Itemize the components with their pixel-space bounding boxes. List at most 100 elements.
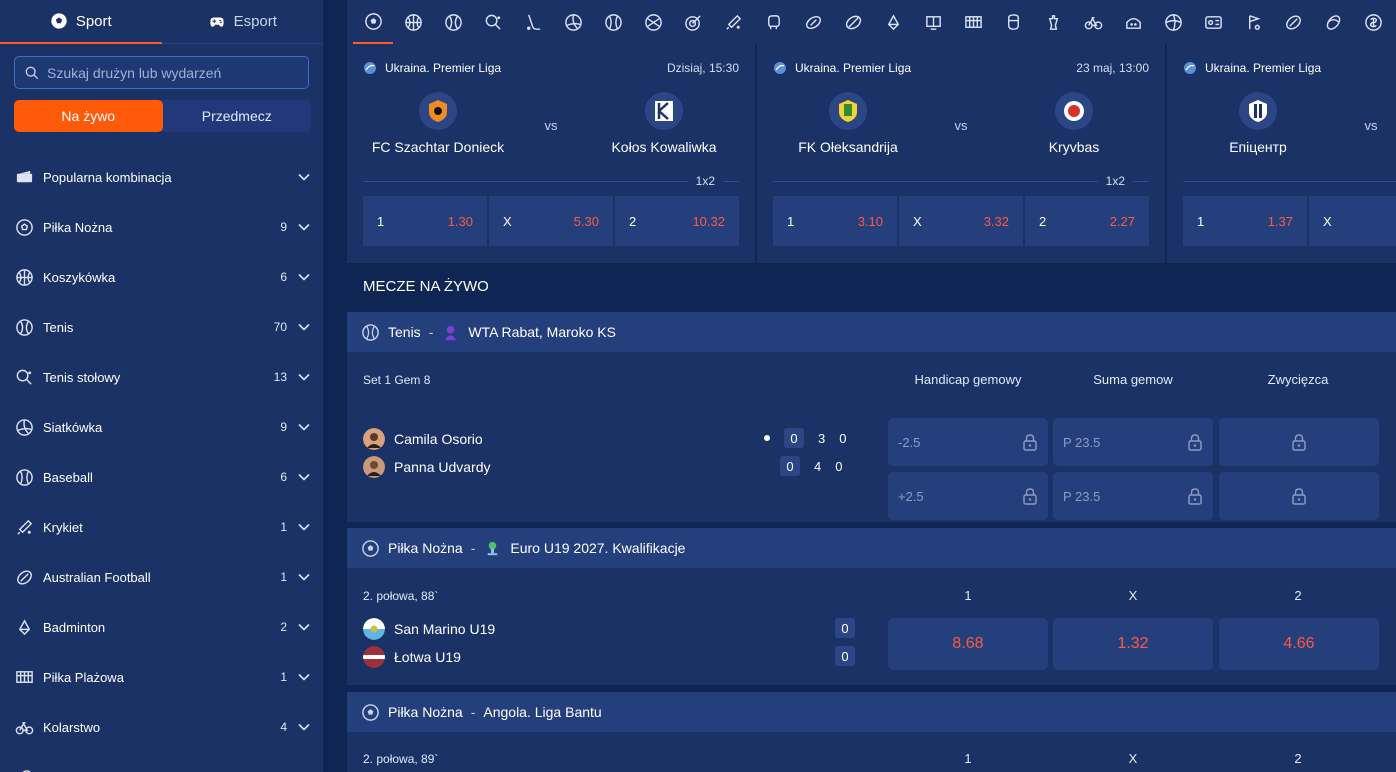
odd-label: X — [1323, 213, 1332, 229]
odd-button[interactable]: X 5.30 — [489, 196, 613, 246]
odd-button[interactable]: 1 3.10 — [773, 196, 897, 246]
locked-odd-cell: P 23.5 — [1053, 472, 1213, 520]
american-football-icon[interactable] — [793, 0, 833, 44]
match-header[interactable]: Piłka Nożna - Angola. Liga Bantu — [347, 692, 1396, 732]
lock-icon — [1188, 488, 1202, 505]
odd-label: 1 — [377, 213, 385, 229]
boxing-icon[interactable] — [753, 0, 793, 44]
baseball-icon[interactable] — [593, 0, 633, 44]
table-tennis-icon — [14, 367, 34, 387]
match-header[interactable]: Piłka Nożna - Euro U19 2027. Kwalifikacj… — [347, 528, 1396, 568]
sidebar-item-ticket[interactable]: Popularna kombinacja — [0, 152, 323, 202]
event-count: 6 — [280, 470, 287, 484]
odd-button[interactable]: X 3.32 — [899, 196, 1023, 246]
sidebar-item-label: Siatkówka — [43, 419, 103, 435]
golf-icon[interactable] — [1233, 0, 1273, 44]
basketball-icon[interactable] — [393, 0, 433, 44]
match-header[interactable]: Tenis - WTA Rabat, Maroko KS — [347, 312, 1396, 352]
lock-icon — [1188, 434, 1202, 451]
odd-button[interactable]: 1 1.37 — [1183, 196, 1307, 246]
other-icon[interactable] — [1353, 0, 1393, 44]
sidebar-item-baseball[interactable]: Baseball 6 — [0, 452, 323, 502]
event-count: 13 — [273, 370, 287, 384]
table-tennis-icon[interactable] — [473, 0, 513, 44]
sidebar-item-label: Piłka Plażowa — [43, 669, 124, 685]
odd-away-button[interactable]: 4.66 — [1219, 618, 1379, 670]
serve-indicator — [764, 435, 770, 441]
odd-button[interactable]: 2 10.32 — [615, 196, 739, 246]
sidebar-item-label: Piłka Nożna — [43, 219, 113, 235]
sidebar-item-soccer[interactable]: Piłka Nożna 9 — [0, 202, 323, 252]
sets-score: 0 — [784, 428, 804, 448]
chevron-down-icon — [298, 573, 310, 581]
beach-volley-icon[interactable] — [953, 0, 993, 44]
lock-icon — [1023, 488, 1037, 505]
live-button[interactable]: Na żywo — [14, 100, 163, 132]
prematch-button[interactable]: Przedmecz — [163, 100, 312, 132]
odd-button[interactable]: X5 — [1309, 196, 1396, 246]
vs-label: vs — [1364, 118, 1378, 133]
waterpolo-icon[interactable] — [1153, 0, 1193, 44]
locked-odd-value: P 23.5 — [1063, 434, 1101, 450]
mma-icon[interactable] — [993, 0, 1033, 44]
aussie-rules-icon[interactable] — [1273, 0, 1313, 44]
cycling-icon[interactable] — [1073, 0, 1113, 44]
team-name: FK Ołeksandrija — [798, 139, 898, 155]
tab-esport[interactable]: Esport — [161, 0, 323, 44]
tab-sport[interactable]: Sport — [0, 0, 162, 44]
handball-icon[interactable] — [633, 0, 673, 44]
match-sport: Piłka Nożna — [388, 704, 463, 720]
sidebar-item-australian-football[interactable]: Australian Football 1 — [0, 552, 323, 602]
match-status: 2. połowa, 88` — [363, 589, 439, 603]
sidebar-item-badminton[interactable]: Badminton 2 — [0, 602, 323, 652]
odd-draw-button[interactable]: 1.32 — [1053, 618, 1213, 670]
player-row: Panna Udvardy — [363, 456, 491, 478]
rugby-league-icon[interactable] — [1313, 0, 1353, 44]
chess-icon[interactable] — [1033, 0, 1073, 44]
chevron-down-icon — [298, 273, 310, 281]
event-count: 1 — [280, 520, 287, 534]
sidebar-item-tennis[interactable]: Tenis 70 — [0, 302, 323, 352]
hockey-icon[interactable] — [513, 0, 553, 44]
sidebar-item-cricket[interactable]: Krykiet 1 — [0, 502, 323, 552]
teams: FC Szachtar Donieck vs Kołos Kowaliwka — [363, 92, 739, 168]
volleyball-icon[interactable] — [553, 0, 593, 44]
sidebar-item-basketball[interactable]: Koszykówka 6 — [0, 252, 323, 302]
odd-home-button[interactable]: 8.68 — [888, 618, 1048, 670]
sidebar-item-rugby[interactable]: Rugby Liga1 — [0, 752, 323, 772]
match-league: Euro U19 2027. Kwalifikacje — [510, 540, 686, 556]
search-input[interactable] — [47, 64, 307, 81]
featured-match-card[interactable]: Ukraina. Premier Liga Епіцентр vs 1x2 11… — [1167, 44, 1396, 263]
esports-icon[interactable] — [1193, 0, 1233, 44]
chevron-down-icon — [298, 673, 310, 681]
rugby-icon[interactable] — [833, 0, 873, 44]
futsal-icon[interactable] — [913, 0, 953, 44]
team-name: FC Szachtar Donieck — [371, 139, 505, 155]
darts-icon[interactable] — [673, 0, 713, 44]
col-draw: X — [1128, 588, 1138, 603]
snooker-icon[interactable] — [1113, 0, 1153, 44]
tennis-icon[interactable] — [433, 0, 473, 44]
soccer-ball-icon — [51, 13, 67, 29]
match-league: WTA Rabat, Maroko KS — [468, 324, 616, 340]
featured-match-card[interactable]: Ukraina. Premier Liga 23 maj, 13:00 FK O… — [757, 44, 1165, 263]
odd-button[interactable]: 2 2.27 — [1025, 196, 1149, 246]
card-header: Ukraina. Premier Liga Dzisiaj, 15:30 — [363, 44, 739, 92]
card-header: Ukraina. Premier Liga 23 maj, 13:00 — [773, 44, 1149, 92]
chevron-down-icon — [298, 373, 310, 381]
sidebar-item-beach-soccer[interactable]: Piłka Plażowa 1 — [0, 652, 323, 702]
locked-odd-cell — [1219, 418, 1379, 466]
sidebar-item-label: Krykiet — [43, 519, 83, 535]
sidebar-item-cycling[interactable]: Kolarstwo 4 — [0, 702, 323, 752]
badminton-icon[interactable] — [873, 0, 913, 44]
team-row: Łotwa U19 — [363, 646, 461, 668]
sidebar-item-volleyball[interactable]: Siatkówka 9 — [0, 402, 323, 452]
featured-match-card[interactable]: Ukraina. Premier Liga Dzisiaj, 15:30 FC … — [347, 44, 755, 263]
sidebar-item-table-tennis[interactable]: Tenis stołowy 13 — [0, 352, 323, 402]
cricket-icon[interactable] — [713, 0, 753, 44]
score-row: 0 4 0 — [780, 456, 842, 476]
sidebar-item-label: Tenis stołowy — [43, 369, 121, 385]
soccer-icon[interactable] — [353, 0, 393, 44]
separator: - — [428, 324, 434, 340]
odd-button[interactable]: 1 1.30 — [363, 196, 487, 246]
